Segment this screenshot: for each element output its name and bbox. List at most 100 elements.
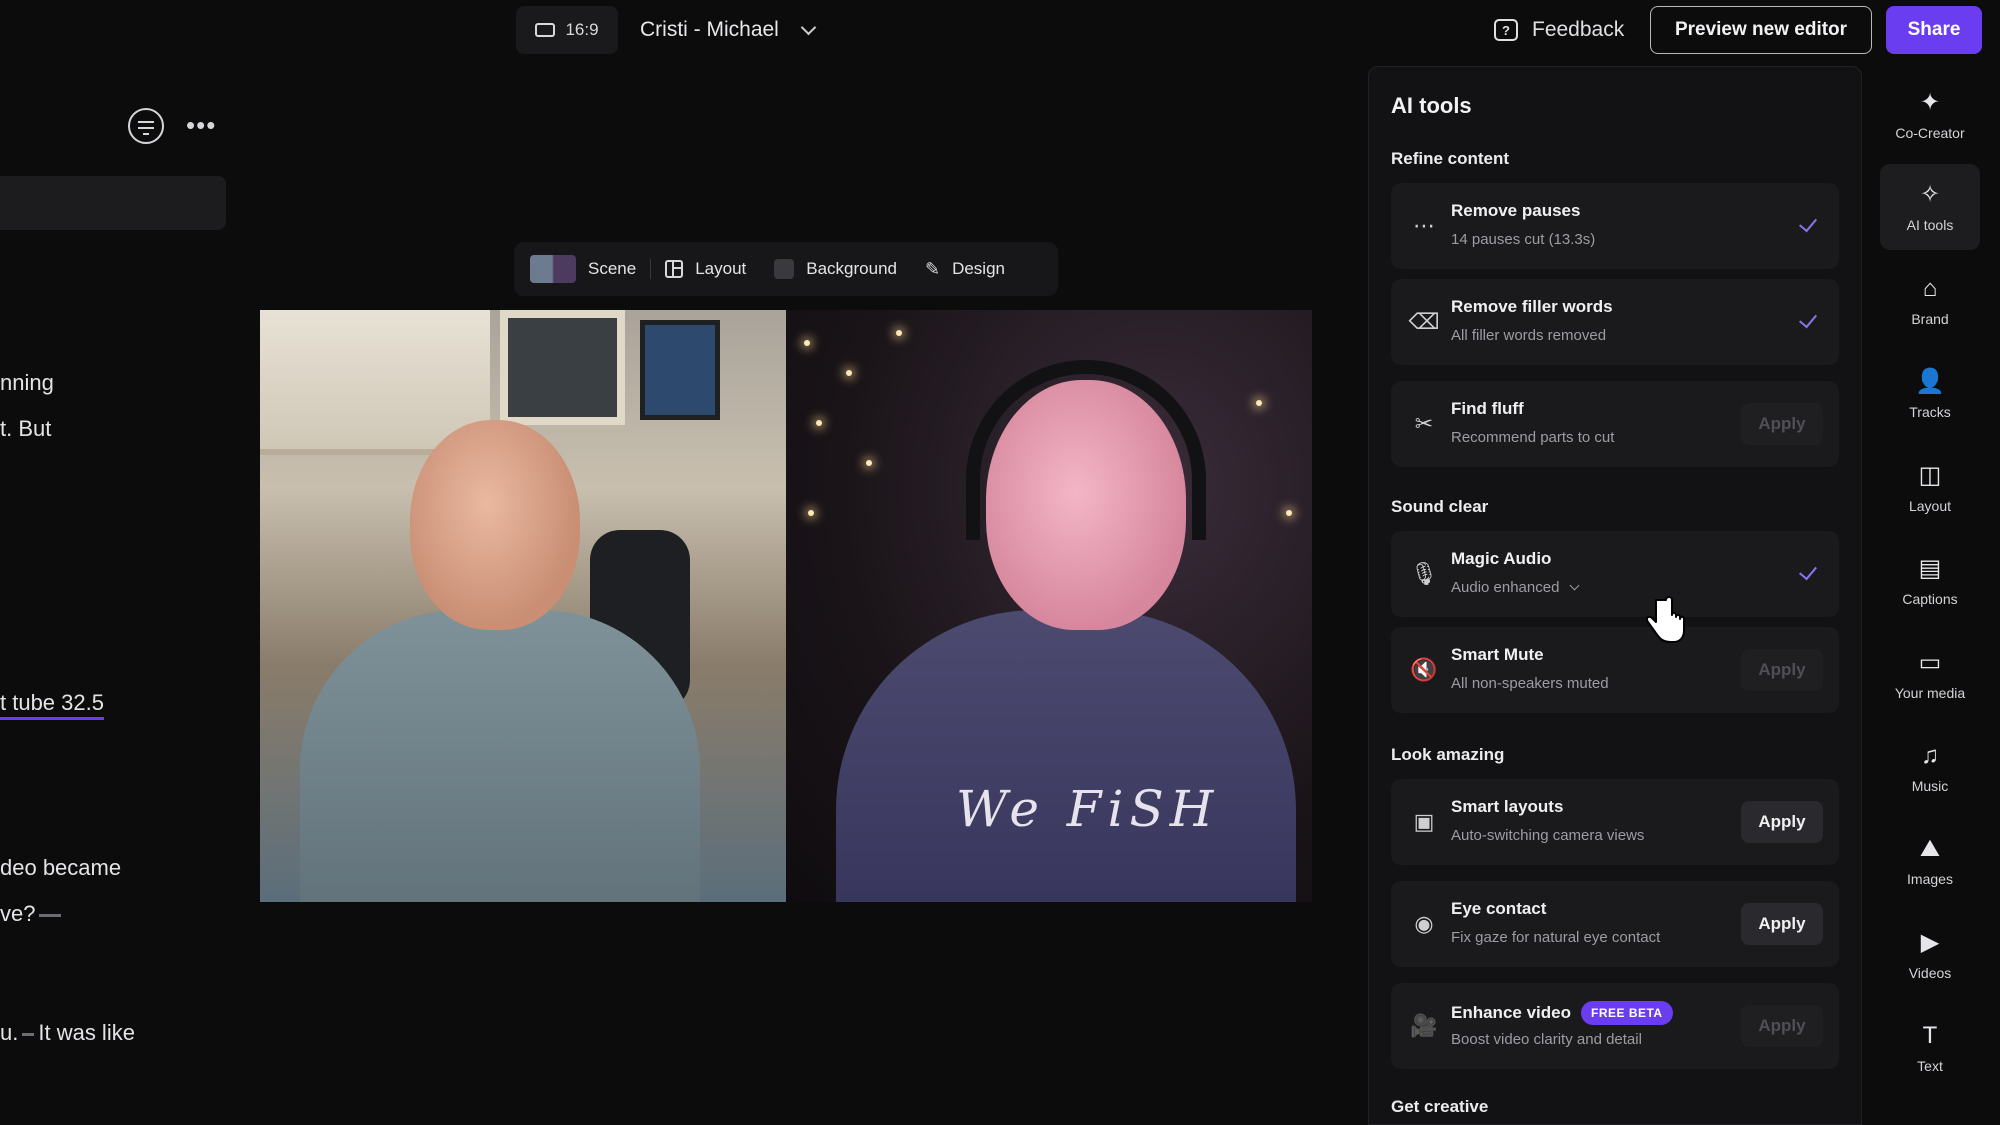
share-button[interactable]: Share bbox=[1886, 6, 1982, 54]
transcript-line[interactable]: nning bbox=[0, 370, 54, 396]
layout-icon: ◫ bbox=[1918, 462, 1942, 489]
preview-new-editor-button[interactable]: Preview new editor bbox=[1650, 6, 1872, 54]
rail-label: Videos bbox=[1908, 965, 1952, 981]
more-options-icon[interactable]: ••• bbox=[186, 112, 216, 138]
project-title: Cristi - Michael bbox=[640, 18, 779, 41]
string-light bbox=[1256, 400, 1262, 406]
string-light bbox=[846, 370, 852, 376]
section-sound-clear: Sound clear bbox=[1391, 497, 1489, 516]
filter-icon[interactable] bbox=[128, 108, 164, 144]
rail-images[interactable]: ⛰ Images bbox=[1880, 818, 1980, 904]
checkmark-icon bbox=[1799, 561, 1817, 581]
card-subtitle[interactable]: Audio enhanced bbox=[1451, 579, 1580, 596]
transcript-line[interactable]: deo became bbox=[0, 855, 121, 881]
section-get-creative: Get creative bbox=[1391, 1097, 1489, 1116]
hand-cursor-icon bbox=[1645, 596, 1685, 643]
transcript-line-text: ve? bbox=[0, 901, 36, 926]
rail-ai-tools[interactable]: ✧ AI tools bbox=[1880, 164, 1980, 250]
rail-label: Music bbox=[1911, 778, 1949, 794]
rail-brand[interactable]: ⌂ Brand bbox=[1880, 258, 1980, 344]
feedback-label: Feedback bbox=[1532, 18, 1625, 41]
card-subtitle: All filler words removed bbox=[1451, 327, 1607, 344]
rail-text[interactable]: T Text bbox=[1880, 1005, 1980, 1091]
layout-button[interactable]: Layout bbox=[651, 242, 760, 296]
transcript-line[interactable]: ve? bbox=[0, 901, 65, 927]
background-frame bbox=[640, 320, 720, 420]
checkmark-icon bbox=[1799, 213, 1817, 233]
apply-button[interactable]: Apply bbox=[1741, 1005, 1823, 1047]
enhance-video-card[interactable]: 🎥 Enhance video FREE BETA Boost video cl… bbox=[1391, 983, 1839, 1069]
apply-button[interactable]: Apply bbox=[1741, 903, 1823, 945]
rail-your-media[interactable]: ▭ Your media bbox=[1880, 632, 1980, 718]
videos-icon: ▶ bbox=[1920, 929, 1940, 956]
design-button[interactable]: ✎ Design bbox=[911, 242, 1019, 296]
transcript-line[interactable]: t. But bbox=[0, 416, 51, 442]
card-title: Smart Mute bbox=[1451, 645, 1544, 664]
rail-label: Tracks bbox=[1909, 404, 1951, 420]
music-icon: ♫ bbox=[1921, 742, 1939, 769]
background-label: Background bbox=[806, 259, 897, 278]
apply-button[interactable]: Apply bbox=[1741, 649, 1823, 691]
tracks-icon: 👤 bbox=[1915, 368, 1945, 395]
feedback-button[interactable]: ? Feedback bbox=[1494, 10, 1624, 50]
card-title: Smart layouts bbox=[1451, 797, 1564, 816]
transcript-line[interactable]: t tube 32.5 bbox=[0, 690, 104, 720]
rail-videos[interactable]: ▶ Videos bbox=[1880, 912, 1980, 998]
panel-title: AI tools bbox=[1391, 93, 1472, 118]
checkmark-icon bbox=[1799, 309, 1817, 329]
rail-music[interactable]: ♫ Music bbox=[1880, 725, 1980, 811]
folder-icon: ▭ bbox=[1918, 649, 1942, 676]
eye-icon: ◉ bbox=[1414, 911, 1434, 936]
mute-icon: 🔇 bbox=[1410, 657, 1438, 682]
card-subtitle: Auto-switching camera views bbox=[1451, 827, 1645, 844]
apply-button[interactable]: Apply bbox=[1741, 403, 1823, 445]
aspect-ratio-label: 16:9 bbox=[565, 20, 599, 39]
transcript-line-text: It was like bbox=[38, 1020, 135, 1045]
chevron-down-icon bbox=[1569, 580, 1580, 591]
smart-layouts-card[interactable]: ▣ Smart layouts Auto-switching camera vi… bbox=[1391, 779, 1839, 865]
eye-contact-card[interactable]: ◉ Eye contact Fix gaze for natural eye c… bbox=[1391, 881, 1839, 967]
rail-tracks[interactable]: 👤 Tracks bbox=[1880, 351, 1980, 437]
enhance-video-title: Enhance video bbox=[1451, 1003, 1571, 1022]
card-title: Remove filler words bbox=[1451, 297, 1613, 316]
string-light bbox=[804, 340, 810, 346]
card-title: Enhance video FREE BETA bbox=[1451, 1001, 1673, 1025]
rail-layout[interactable]: ◫ Layout bbox=[1880, 445, 1980, 531]
section-refine-content: Refine content bbox=[1391, 149, 1510, 168]
rail-captions[interactable]: ▤ Captions bbox=[1880, 538, 1980, 624]
speaker-left-body bbox=[300, 610, 700, 902]
co-creator-icon: ✦ bbox=[1919, 89, 1941, 116]
eraser-icon: ⌫ bbox=[1408, 309, 1440, 334]
ai-tools-icon: ✧ bbox=[1919, 181, 1941, 208]
rail-label: Images bbox=[1907, 871, 1953, 887]
video-preview[interactable]: We FiSH bbox=[260, 310, 1312, 902]
string-light bbox=[808, 510, 814, 516]
brand-icon: ⌂ bbox=[1922, 275, 1938, 302]
layout-icon bbox=[665, 260, 684, 278]
remove-pauses-card[interactable]: ⋯ Remove pauses 14 pauses cut (13.3s) bbox=[1391, 183, 1839, 269]
rail-label: Brand bbox=[1911, 311, 1949, 327]
chevron-down-icon bbox=[800, 19, 817, 35]
text-icon: T bbox=[1922, 1022, 1938, 1049]
feedback-icon: ? bbox=[1494, 19, 1518, 41]
images-icon: ⛰ bbox=[1919, 835, 1941, 862]
aspect-ratio-button[interactable]: 16:9 bbox=[516, 6, 618, 54]
background-button[interactable]: Background bbox=[760, 242, 911, 296]
smart-mute-card[interactable]: 🔇 Smart Mute All non-speakers muted Appl… bbox=[1391, 627, 1839, 713]
rail-label: Layout bbox=[1908, 498, 1952, 514]
string-light bbox=[816, 420, 822, 426]
transcript-line[interactable]: u. It was like bbox=[0, 1020, 135, 1046]
pause-marker-icon bbox=[22, 1032, 35, 1036]
magic-audio-card[interactable]: 🎙 Magic Audio Audio enhanced bbox=[1391, 531, 1839, 617]
remove-filler-words-card[interactable]: ⌫ Remove filler words All filler words r… bbox=[1391, 279, 1839, 365]
apply-button[interactable]: Apply bbox=[1741, 801, 1823, 843]
scene-label: Scene bbox=[588, 259, 637, 278]
project-title-dropdown[interactable]: Cristi - Michael bbox=[640, 14, 817, 46]
scene-button[interactable]: Scene bbox=[530, 242, 650, 296]
scene-thumbnail bbox=[530, 255, 576, 283]
headphones bbox=[966, 360, 1206, 540]
find-fluff-card[interactable]: ✂ Find fluff Recommend parts to cut Appl… bbox=[1391, 381, 1839, 467]
rail-label: Captions bbox=[1902, 591, 1958, 607]
transcript-search-bar[interactable] bbox=[0, 176, 226, 230]
rail-co-creator[interactable]: ✦ Co-Creator bbox=[1880, 72, 1980, 158]
